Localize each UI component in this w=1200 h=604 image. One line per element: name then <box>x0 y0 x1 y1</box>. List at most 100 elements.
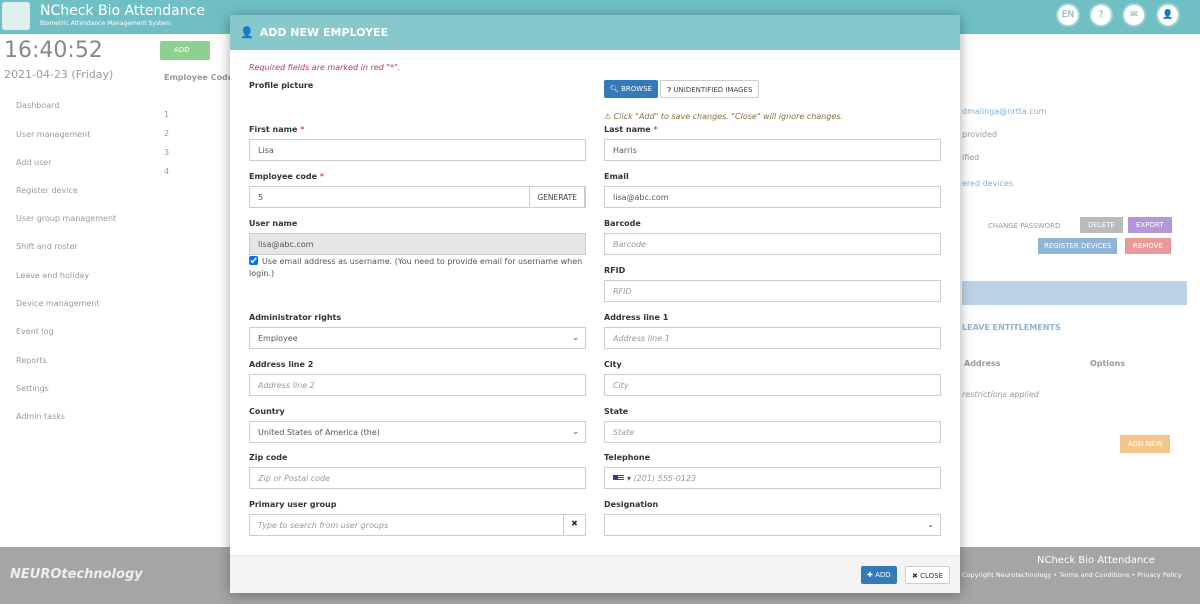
brand-logo: NEUROtechnology <box>10 567 143 582</box>
telephone-input[interactable]: ▾ (201) 555-0123 <box>604 467 941 489</box>
designation-label: Designation <box>604 500 658 509</box>
nav-register-device[interactable]: Register device <box>0 186 148 195</box>
devices-link[interactable]: ered devices <box>962 179 1013 188</box>
help-icon[interactable]: ? <box>1089 3 1113 27</box>
last-name-label-text: Last name <box>604 125 651 134</box>
add-new-button[interactable]: ADD NEW <box>1120 435 1170 453</box>
delete-button[interactable]: DELETE <box>1080 217 1123 233</box>
info-text: provided <box>962 130 997 139</box>
nav-admin-tasks[interactable]: Admin tasks <box>0 412 148 421</box>
add-employee-modal: 👤 ADD NEW EMPLOYEE Required fields are ma… <box>230 15 960 593</box>
email-text: dmalinga@nrtta.com <box>962 107 1046 116</box>
primary-group-label: Primary user group <box>249 500 336 509</box>
last-name-label: Last name * <box>604 125 658 134</box>
user-name-label: User name <box>249 219 297 228</box>
required-star: * <box>320 172 324 181</box>
warning-text: Click "Add" to save changes. "Close" wil… <box>614 112 843 121</box>
modal-title: ADD NEW EMPLOYEE <box>260 26 388 39</box>
language-icon[interactable]: EN <box>1056 3 1080 27</box>
admin-rights-select[interactable]: Employee⌄ <box>249 327 586 349</box>
nav-user-group[interactable]: User group management <box>0 214 148 223</box>
plus-icon: ✚ <box>867 571 875 579</box>
nav-user-management[interactable]: User management <box>0 130 148 139</box>
rfid-input[interactable]: RFID <box>604 280 941 302</box>
search-icon: 🔍︎ <box>610 85 621 93</box>
clear-icon[interactable]: ✖ <box>563 514 585 536</box>
zip-input[interactable]: Zip or Postal code <box>249 467 586 489</box>
use-email-checkbox[interactable] <box>249 256 258 265</box>
column-header: Employee Code <box>164 73 233 82</box>
column-header: Options <box>1090 359 1125 368</box>
nav-shift[interactable]: Shift and roster <box>0 242 148 251</box>
address1-input[interactable]: Address line 1 <box>604 327 941 349</box>
state-label: State <box>604 407 628 416</box>
row-code: 4 <box>164 167 169 176</box>
state-input[interactable]: State <box>604 421 941 443</box>
city-input[interactable]: City <box>604 374 941 396</box>
modal-header: 👤 ADD NEW EMPLOYEE <box>230 15 960 50</box>
primary-group-placeholder: Type to search from user groups <box>258 521 388 530</box>
clock: 16:40:52 <box>4 38 103 63</box>
app-logo <box>2 2 30 30</box>
first-name-label: First name * <box>249 125 304 134</box>
country-label: Country <box>249 407 285 416</box>
row-code: 2 <box>164 129 169 138</box>
us-flag-icon[interactable] <box>613 475 624 482</box>
first-name-input[interactable]: Lisa <box>249 139 586 161</box>
last-name-input[interactable]: Harris <box>604 139 941 161</box>
email-input[interactable]: lisa@abc.com <box>604 186 941 208</box>
add-button[interactable]: ✚ ADD <box>861 566 897 584</box>
export-button[interactable]: EXPORT <box>1128 217 1172 233</box>
nav-add-user[interactable]: Add user <box>0 158 148 167</box>
designation-select[interactable]: ⌄ <box>604 514 941 536</box>
employee-code-field: 5 GENERATE <box>249 186 586 208</box>
add-user-icon: 👤 <box>240 26 254 39</box>
address2-input[interactable]: Address line 2 <box>249 374 586 396</box>
nav-dashboard[interactable]: Dashboard <box>0 101 148 110</box>
app-title: NCheck Bio Attendance <box>40 3 205 19</box>
profile-avatar[interactable]: 👤 <box>1156 3 1180 27</box>
barcode-label: Barcode <box>604 219 641 228</box>
use-email-checkbox-row[interactable]: Use email address as username. (You need… <box>249 256 589 280</box>
nav-settings[interactable]: Settings <box>0 384 148 393</box>
employee-code-input[interactable]: 5 <box>258 193 263 202</box>
profile-picture-label: Profile picture <box>249 81 313 90</box>
app-subtitle: Biometric Attendance Management System <box>40 20 171 27</box>
unidentified-images-button[interactable]: ❓︎ UNIDENTIFIED IMAGES <box>660 80 759 98</box>
mail-icon[interactable]: ✉ <box>1122 3 1146 27</box>
row-code: 1 <box>164 110 169 119</box>
city-label: City <box>604 360 622 369</box>
address1-label: Address line 1 <box>604 313 668 322</box>
register-devices-button[interactable]: REGISTER DEVICES <box>1038 238 1117 254</box>
nav-event-log[interactable]: Event log <box>0 327 148 336</box>
change-password-button[interactable]: CHANGE PASSWORD <box>988 222 1060 230</box>
rfid-label: RFID <box>604 266 625 275</box>
generate-button[interactable]: GENERATE <box>529 186 585 208</box>
close-label: CLOSE <box>920 572 943 580</box>
required-note: Required fields are marked in red "*". <box>249 63 400 72</box>
close-icon: ✖ <box>912 572 920 580</box>
nav-leave[interactable]: Leave and holiday <box>0 271 148 280</box>
email-label: Email <box>604 172 629 181</box>
nav-device[interactable]: Device management <box>0 299 148 308</box>
panel-header <box>962 281 1187 305</box>
country-select[interactable]: United States of America (the) ⌄ <box>249 421 586 443</box>
chevron-down-icon: ⌄ <box>572 427 579 436</box>
save-warning: ⚠ Click "Add" to save changes. "Close" w… <box>604 112 843 121</box>
warning-icon: ⚠ <box>604 112 614 121</box>
user-name-input: lisa@abc.com <box>249 233 586 255</box>
country-value: United States of America (the) <box>258 428 380 437</box>
browse-button[interactable]: 🔍︎ BROWSE <box>604 80 658 98</box>
add-button-bg[interactable]: ADD <box>160 41 210 60</box>
footer-links[interactable]: Copyright Neurotechnology • Terms and Co… <box>962 571 1182 579</box>
chevron-down-icon: ⌄ <box>572 333 579 342</box>
barcode-input[interactable]: Barcode <box>604 233 941 255</box>
first-name-label-text: First name <box>249 125 297 134</box>
nav-reports[interactable]: Reports <box>0 356 148 365</box>
close-button[interactable]: ✖ CLOSE <box>905 566 950 584</box>
employee-code-label: Employee code * <box>249 172 324 181</box>
remove-button[interactable]: REMOVE <box>1125 238 1171 254</box>
info-text: ified <box>962 153 979 162</box>
primary-group-input[interactable]: Type to search from user groups ✖ <box>249 514 586 536</box>
telephone-label: Telephone <box>604 453 650 462</box>
